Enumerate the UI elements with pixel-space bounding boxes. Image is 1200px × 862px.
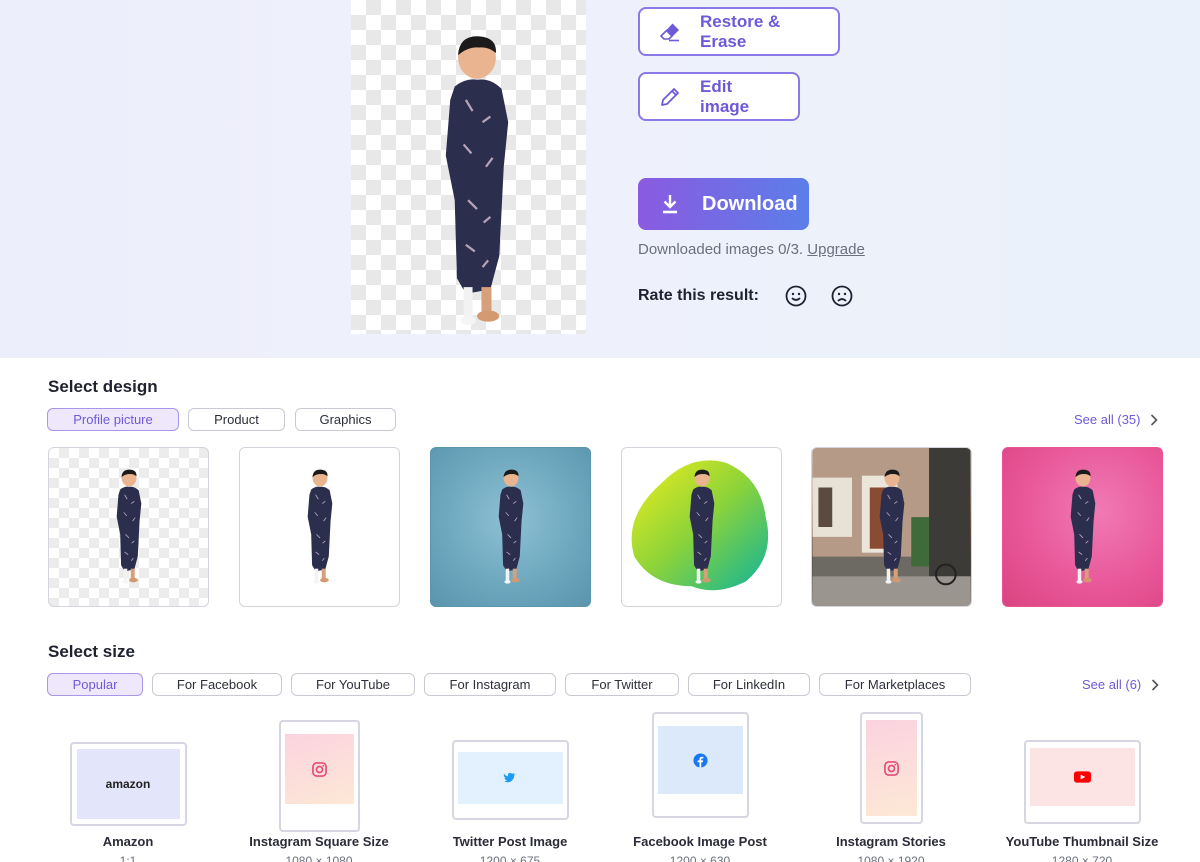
tab-for-marketplaces[interactable]: For Marketplaces [819,673,971,696]
select-design-title: Select design [48,377,158,396]
size-dims: 1:1 [119,854,137,862]
chevron-right-icon [1151,413,1159,426]
design-tile-transparent[interactable] [48,447,209,607]
subject-thumbnail [1069,469,1096,585]
design-tile-street[interactable] [811,447,972,607]
facebook-icon [692,752,708,768]
size-dims: 1200 × 630 [669,854,731,862]
size-frame [451,740,569,820]
result-panel [0,0,1200,358]
size-preview [457,752,563,804]
download-label: Download [702,192,798,215]
subject-thumbnail [497,469,524,585]
size-dims: 1080 × 1080 [285,854,353,862]
upgrade-link[interactable]: Upgrade [807,241,865,258]
restore-erase-button[interactable]: Restore & Erase [638,7,840,56]
size-card-instagram-stories[interactable]: Instagram Stories 1080 × 1920 [801,712,981,862]
size-preview [1029,748,1135,806]
amazon-logo: amazon [105,777,151,791]
tab-popular[interactable]: Popular [47,673,143,696]
edit-image-button[interactable]: Edit image [638,72,800,121]
download-quota: Downloaded images 0/3. Upgrade [638,241,865,258]
see-all-designs-link[interactable]: See all (35) [1074,412,1159,427]
subject-cutout [444,35,510,325]
subject-thumbnail [115,469,142,585]
size-name: YouTube Thumbnail Size [1005,834,1159,849]
size-dims: 1080 × 1920 [857,854,925,862]
tab-for-facebook[interactable]: For Facebook [152,673,282,696]
tab-for-youtube[interactable]: For YouTube [291,673,415,696]
size-card-twitter-post[interactable]: Twitter Post Image 1200 × 675 [420,712,600,862]
edit-image-label: Edit image [700,76,750,116]
youtube-icon [1073,771,1091,783]
size-preview [865,720,917,816]
size-frame [651,712,749,818]
chevron-right-icon [1152,678,1159,691]
size-preview [284,734,354,804]
download-button[interactable]: Download [638,178,809,230]
size-frame [859,712,923,824]
size-dims: 1280 × 720 [1051,854,1113,862]
tab-graphics[interactable]: Graphics [295,408,396,431]
size-name: Twitter Post Image [452,834,568,849]
see-all-sizes-link[interactable]: See all (6) [1082,677,1159,692]
result-preview-image [351,0,586,334]
size-name: Amazon [102,834,154,849]
tab-for-twitter[interactable]: For Twitter [565,673,679,696]
twitter-icon [503,772,516,783]
frown-icon[interactable] [831,285,853,307]
design-tile-pink-wall[interactable] [1002,447,1163,607]
eraser-icon [659,23,679,41]
size-frame [1023,740,1141,824]
see-all-sizes-label: See all (6) [1082,677,1142,692]
rating-bar: Rate this result: [638,285,853,307]
tab-for-linkedin[interactable]: For LinkedIn [688,673,810,696]
tab-product[interactable]: Product [188,408,285,431]
smile-icon[interactable] [785,285,807,307]
design-tile-white[interactable] [239,447,400,607]
size-frame: amazon [69,742,187,826]
size-preview: amazon [76,749,180,819]
design-tile-blue[interactable] [430,447,591,607]
size-card-amazon[interactable]: amazon Amazon 1:1 [38,712,218,862]
download-quota-text: Downloaded images 0/3. [638,241,804,258]
size-frame [278,720,360,832]
tab-profile-picture[interactable]: Profile picture [47,408,179,431]
rate-label: Rate this result: [638,287,759,304]
size-card-instagram-square[interactable]: Instagram Square Size 1080 × 1080 [229,712,409,862]
instagram-icon [311,761,327,777]
size-card-facebook-post[interactable]: Facebook Image Post 1200 × 630 [610,712,790,862]
subject-thumbnail [306,469,333,585]
pencil-icon [661,87,679,106]
size-card-youtube-thumbnail[interactable]: YouTube Thumbnail Size 1280 × 720 [992,712,1172,862]
tab-for-instagram[interactable]: For Instagram [424,673,556,696]
size-name: Instagram Stories [836,834,946,849]
see-all-designs-label: See all (35) [1074,412,1141,427]
subject-thumbnail [878,469,905,585]
size-preview [657,726,743,794]
download-icon [663,195,677,214]
size-dims: 1200 × 675 [479,854,541,862]
size-name: Instagram Square Size [249,834,389,849]
size-name: Facebook Image Post [633,834,767,849]
design-tile-color-blob[interactable] [621,447,782,607]
subject-thumbnail [688,469,715,585]
select-size-title: Select size [48,642,135,661]
restore-erase-label: Restore & Erase [700,11,781,51]
instagram-icon [883,760,899,776]
